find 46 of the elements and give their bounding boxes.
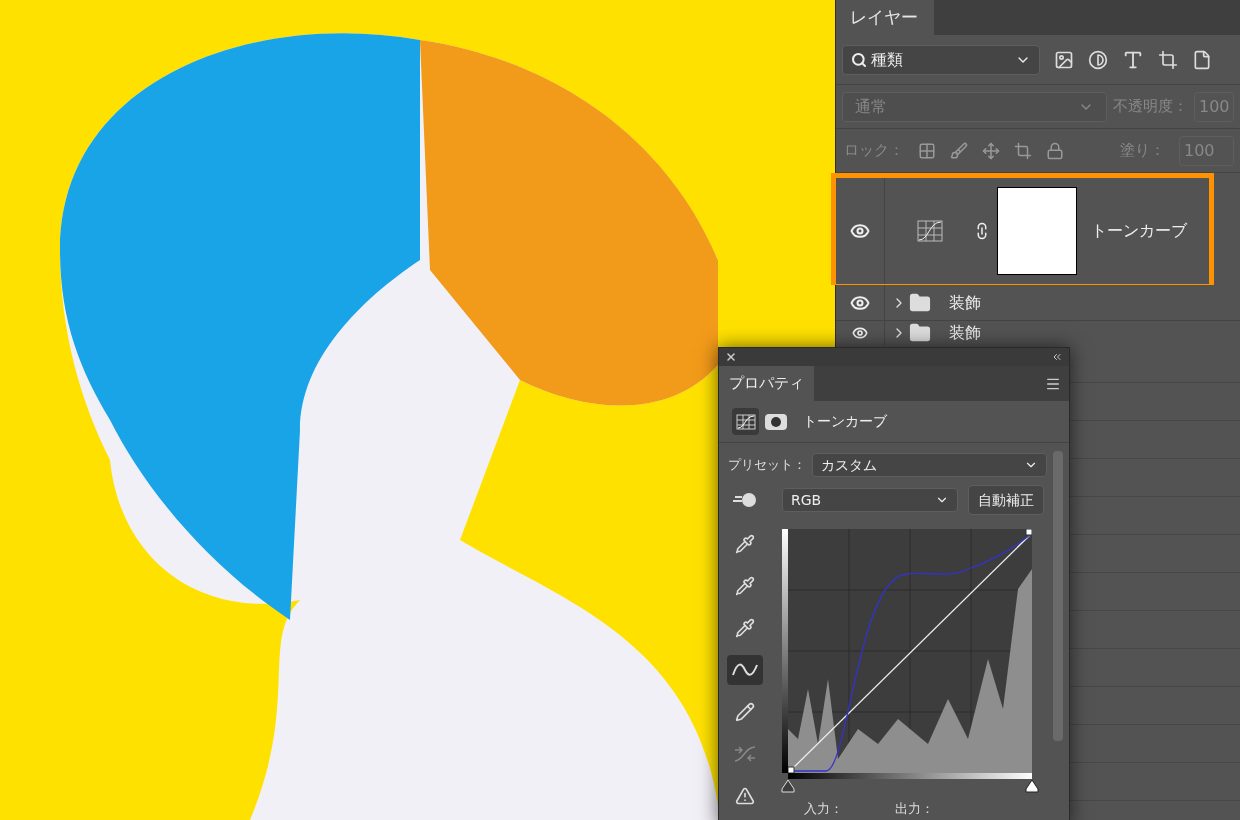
adjustment-mode-button[interactable]: [732, 408, 759, 435]
channel-dropdown[interactable]: RGB: [782, 488, 958, 512]
filter-dropdown[interactable]: 種類: [842, 44, 1040, 75]
auto-button[interactable]: 自動補正: [968, 485, 1044, 515]
pencil-icon: [735, 702, 755, 722]
curve-tool-button[interactable]: [727, 655, 763, 685]
eye-icon[interactable]: [850, 221, 870, 241]
smooth-curve-icon: [733, 744, 757, 764]
collapse-icon[interactable]: [1051, 351, 1063, 363]
document-icon[interactable]: [1192, 49, 1212, 70]
preset-dropdown[interactable]: カスタム: [812, 453, 1047, 477]
image-icon[interactable]: [1054, 49, 1074, 70]
search-icon: [851, 51, 867, 68]
mask-button[interactable]: [765, 413, 787, 430]
folder-icon: [909, 291, 931, 314]
curve-adjustment-icon: [917, 220, 943, 242]
folder-icon: [909, 322, 931, 344]
move-icon[interactable]: [982, 141, 1000, 160]
shadow-input-slider[interactable]: [781, 779, 795, 793]
eyedropper-icon: [735, 534, 755, 554]
eyedropper-icon: [735, 576, 755, 596]
brush-icon[interactable]: [950, 141, 968, 160]
input-label: 入力：: [804, 800, 843, 818]
output-label: 出力：: [895, 800, 934, 818]
target-adjustment-icon[interactable]: [733, 491, 757, 509]
curve-graph-drawing[interactable]: [788, 529, 1032, 773]
layer-name: トーンカーブ: [1091, 220, 1187, 242]
layer-row[interactable]: 装飾: [836, 285, 1240, 321]
curve-adjustment-icon: [735, 413, 756, 430]
eyedropper-icon: [735, 618, 755, 638]
clipping-warning-icon: [735, 786, 755, 806]
curve-tool-icon: [732, 663, 758, 677]
panel-title: トーンカーブ: [803, 412, 887, 431]
contrast-icon[interactable]: [1088, 49, 1108, 70]
eye-icon[interactable]: [852, 325, 868, 341]
lock-pixels-icon[interactable]: [918, 141, 936, 160]
highlight-input-slider[interactable]: [1025, 779, 1039, 793]
layer-name: 装飾: [949, 294, 981, 311]
preset-label: プリセット：: [728, 456, 806, 475]
layer-row[interactable]: 装飾: [836, 321, 1240, 345]
layers-tab[interactable]: レイヤー: [836, 0, 934, 35]
layer-row[interactable]: トーンカーブ: [831, 173, 1214, 285]
layer-name: 装飾: [949, 325, 981, 341]
close-icon[interactable]: [725, 351, 737, 363]
lock-icon[interactable]: [1046, 141, 1064, 160]
properties-tab[interactable]: プロパティ: [719, 366, 814, 401]
